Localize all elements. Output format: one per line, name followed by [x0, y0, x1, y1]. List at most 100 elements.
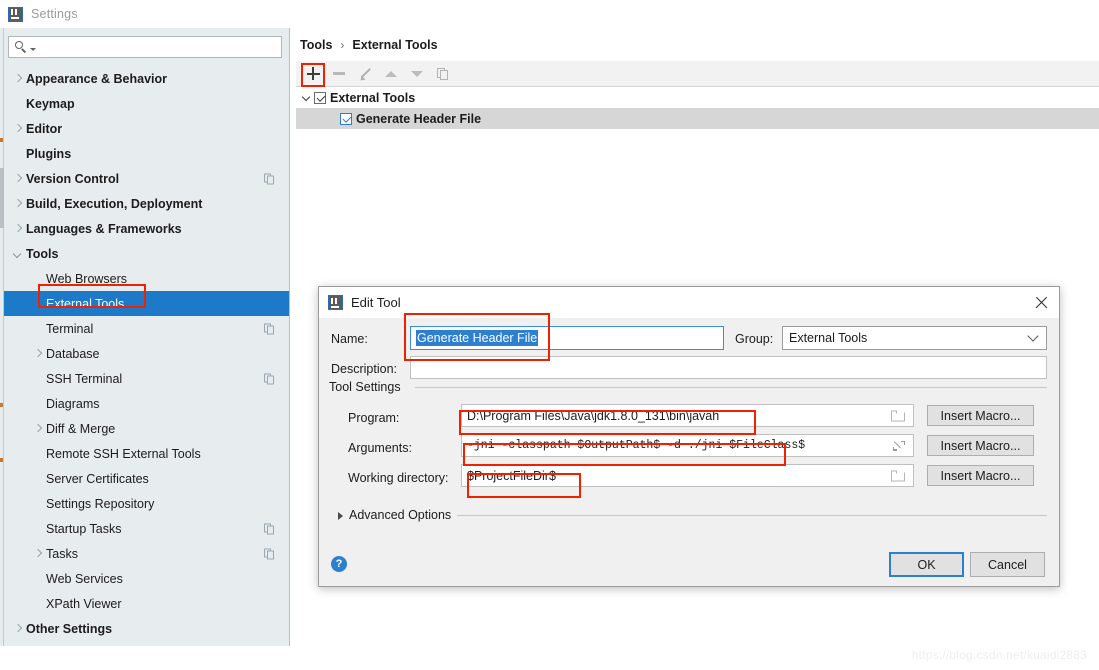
sidebar-item-label: Web Browsers — [46, 271, 128, 286]
arguments-label: Arguments: — [348, 441, 412, 455]
search-input[interactable] — [8, 36, 282, 58]
sidebar-item-keymap[interactable]: Keymap — [0, 91, 289, 116]
arguments-insert-macro-button[interactable]: Insert Macro... — [927, 435, 1034, 456]
edit-button[interactable] — [352, 62, 378, 86]
copy-settings-icon[interactable] — [264, 523, 275, 534]
copy-settings-icon[interactable] — [264, 323, 275, 334]
sidebar-item-terminal[interactable]: Terminal — [0, 316, 289, 341]
breadcrumb-parent[interactable]: Tools — [300, 38, 332, 52]
arguments-expand-button[interactable] — [879, 434, 914, 457]
sidebar-scrollbar[interactable] — [0, 168, 4, 228]
sidebar-item-label: Keymap — [26, 96, 75, 111]
name-input[interactable]: Generate Header File — [410, 326, 724, 350]
sidebar-item-plugins[interactable]: Plugins — [0, 141, 289, 166]
sidebar-item-tasks[interactable]: Tasks — [0, 541, 289, 566]
chevron-right-icon[interactable] — [12, 123, 23, 134]
chevron-right-icon[interactable] — [32, 348, 43, 359]
sidebar-item-label: XPath Viewer — [46, 596, 122, 611]
insert-macro-label: Insert Macro... — [940, 408, 1021, 423]
chevron-right-icon[interactable] — [12, 623, 23, 634]
help-button[interactable]: ? — [331, 556, 347, 572]
search-field-wrapper[interactable] — [8, 36, 282, 58]
advanced-options-toggle[interactable]: Advanced Options — [349, 508, 458, 522]
tools-list-checkbox[interactable] — [340, 112, 352, 125]
working-directory-browse-button[interactable] — [879, 464, 914, 487]
chevron-right-icon[interactable] — [12, 173, 23, 184]
close-icon[interactable] — [1034, 295, 1049, 310]
sidebar-item-label: Startup Tasks — [46, 521, 122, 536]
sidebar-item-version-control[interactable]: Version Control — [0, 166, 289, 191]
program-input[interactable]: D:\Program Files\Java\jdk1.8.0_131\bin\j… — [461, 404, 904, 427]
working-directory-input[interactable]: $ProjectFileDir$ — [461, 464, 904, 487]
sidebar-item-web-services[interactable]: Web Services — [0, 566, 289, 591]
chevron-down-icon[interactable] — [30, 47, 36, 51]
chevron-down-icon[interactable] — [300, 91, 314, 105]
sidebar-item-server-certificates[interactable]: Server Certificates — [0, 466, 289, 491]
dialog-body: Name: Generate Header File Group: Extern… — [319, 318, 1059, 586]
sidebar-item-tools[interactable]: Tools — [0, 241, 289, 266]
copy-settings-icon[interactable] — [264, 373, 275, 384]
sidebar-item-external-tools[interactable]: External Tools — [0, 291, 289, 316]
copy-settings-icon[interactable] — [264, 548, 275, 559]
sidebar-item-settings-repository[interactable]: Settings Repository — [0, 491, 289, 516]
sidebar-item-label: Plugins — [26, 146, 72, 161]
group-label: Group: — [735, 332, 774, 346]
sidebar-item-appearance-behavior[interactable]: Appearance & Behavior — [0, 66, 289, 91]
chevron-right-icon[interactable] — [336, 512, 346, 522]
edge-marker — [0, 138, 3, 142]
tools-list-checkbox[interactable] — [314, 91, 326, 104]
chevron-right-icon[interactable] — [12, 73, 23, 84]
arrow-down-icon — [411, 70, 423, 77]
sidebar-item-remote-ssh-external-tools[interactable]: Remote SSH External Tools — [0, 441, 289, 466]
chevron-right-icon[interactable] — [12, 223, 23, 234]
expand-icon — [893, 440, 905, 452]
sidebar-item-label: Diagrams — [46, 396, 100, 411]
minus-icon — [333, 72, 345, 75]
move-down-button[interactable] — [404, 62, 430, 86]
ok-button[interactable]: OK — [889, 552, 964, 577]
remove-button[interactable] — [326, 62, 352, 86]
copy-button[interactable] — [430, 62, 456, 86]
tools-list-row[interactable]: External Tools — [296, 87, 1099, 108]
chevron-right-icon[interactable] — [32, 548, 43, 559]
sidebar-item-startup-tasks[interactable]: Startup Tasks — [0, 516, 289, 541]
sidebar-item-diff-merge[interactable]: Diff & Merge — [0, 416, 289, 441]
edge-marker — [0, 458, 3, 462]
move-up-button[interactable] — [378, 62, 404, 86]
cancel-label: Cancel — [988, 557, 1027, 572]
breadcrumb-current: External Tools — [352, 38, 438, 52]
folder-icon — [891, 470, 905, 481]
sidebar-item-other-settings[interactable]: Other Settings — [0, 616, 289, 641]
group-select[interactable]: External Tools — [782, 326, 1047, 350]
sidebar-item-xpath-viewer[interactable]: XPath Viewer — [0, 591, 289, 616]
description-input[interactable] — [410, 356, 1047, 379]
sidebar-item-label: Build, Execution, Deployment — [26, 196, 203, 211]
pencil-icon — [358, 67, 372, 81]
chevron-right-icon[interactable] — [12, 198, 23, 209]
chevron-right-icon[interactable] — [32, 423, 43, 434]
arguments-input[interactable]: -jni -classpath $OutputPath$ -d ./jni $F… — [461, 434, 904, 457]
copy-settings-icon[interactable] — [264, 173, 275, 184]
chevron-down-icon[interactable] — [12, 248, 23, 259]
sidebar-item-label: Diff & Merge — [46, 421, 116, 436]
tools-list-row[interactable]: Generate Header File — [296, 108, 1099, 129]
arguments-input-value: -jni -classpath $OutputPath$ -d ./jni $F… — [467, 439, 806, 452]
sidebar-item-label: Tasks — [46, 546, 78, 561]
cancel-button[interactable]: Cancel — [970, 552, 1045, 577]
spacer-icon — [12, 148, 23, 159]
sidebar-item-editor[interactable]: Editor — [0, 116, 289, 141]
sidebar-item-build-execution-deployment[interactable]: Build, Execution, Deployment — [0, 191, 289, 216]
program-browse-button[interactable] — [879, 404, 914, 427]
arrow-up-icon — [385, 70, 397, 77]
sidebar-item-ssh-terminal[interactable]: SSH Terminal — [0, 366, 289, 391]
add-button[interactable] — [300, 62, 326, 86]
sidebar-item-languages-frameworks[interactable]: Languages & Frameworks — [0, 216, 289, 241]
program-insert-macro-button[interactable]: Insert Macro... — [927, 405, 1034, 426]
breadcrumb: Tools › External Tools — [300, 38, 438, 52]
name-label: Name: — [331, 332, 368, 346]
sidebar-item-database[interactable]: Database — [0, 341, 289, 366]
sidebar-item-web-browsers[interactable]: Web Browsers — [0, 266, 289, 291]
working-directory-insert-macro-button[interactable]: Insert Macro... — [927, 465, 1034, 486]
spacer-icon — [12, 98, 23, 109]
sidebar-item-diagrams[interactable]: Diagrams — [0, 391, 289, 416]
